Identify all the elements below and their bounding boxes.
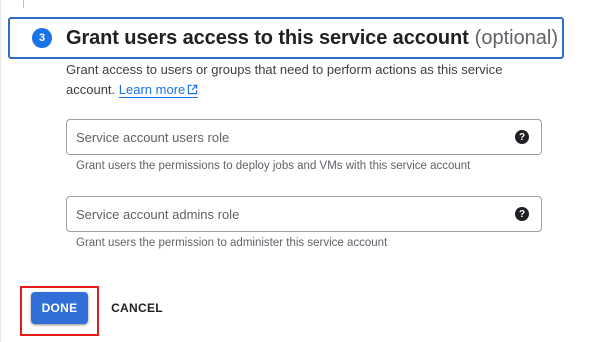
users-role-placeholder: Service account users role <box>76 129 230 145</box>
step-description: Grant access to users or groups that nee… <box>66 60 536 100</box>
learn-more-label: Learn more <box>118 82 186 97</box>
admins-role-field[interactable]: Service account admins role ? <box>66 196 542 232</box>
learn-more-link[interactable]: Learn more <box>118 82 199 98</box>
cancel-button[interactable]: CANCEL <box>104 292 170 324</box>
help-icon[interactable]: ? <box>515 207 529 221</box>
admins-role-hint: Grant users the permission to administer… <box>76 237 388 249</box>
step-number-badge: 3 <box>32 28 52 48</box>
done-button[interactable]: DONE <box>31 292 88 324</box>
users-role-hint: Grant users the permissions to deploy jo… <box>76 160 471 172</box>
stepper-rail <box>0 0 1 342</box>
admins-role-placeholder: Service account admins role <box>76 206 240 222</box>
help-icon[interactable]: ? <box>515 130 529 144</box>
external-link-icon <box>188 84 198 95</box>
step-connector <box>23 0 24 8</box>
step-optional-label: (optional) <box>474 26 559 49</box>
users-role-field[interactable]: Service account users role ? <box>66 119 542 155</box>
step-title: Grant users access to this service accou… <box>66 26 469 49</box>
step-header[interactable]: 3 Grant users access to this service acc… <box>8 17 564 59</box>
